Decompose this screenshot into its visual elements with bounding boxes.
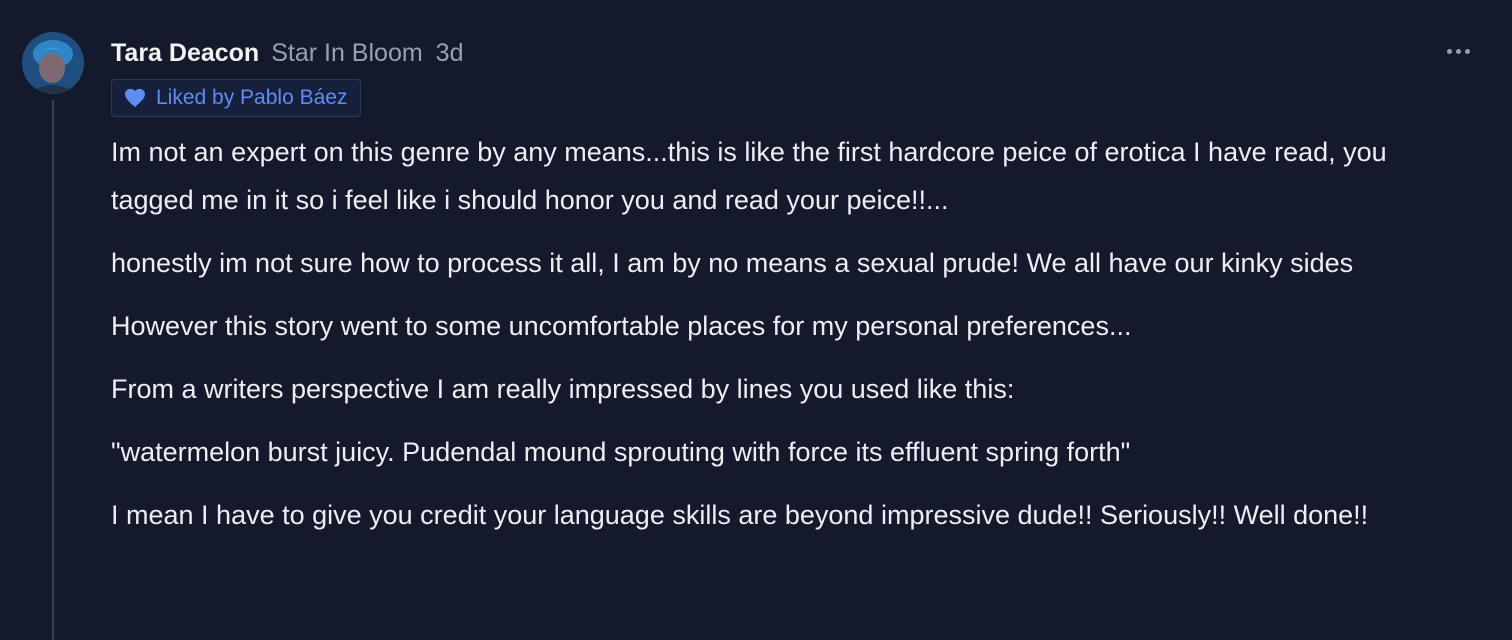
comment-paragraph: Im not an expert on this genre by any me… <box>111 137 1387 215</box>
user-avatar-icon <box>22 32 84 94</box>
comment-paragraph: "watermelon burst juicy. Pudendal mound … <box>111 437 1131 467</box>
heart-icon <box>124 88 146 108</box>
avatar[interactable] <box>22 32 84 94</box>
more-options-icon <box>1446 48 1452 54</box>
author-name[interactable]: Tara Deacon <box>111 39 259 68</box>
comment-body: Im not an expert on this genre by any me… <box>111 128 1451 554</box>
more-options-dot <box>1455 48 1461 54</box>
timestamp[interactable]: 3d <box>436 39 464 68</box>
more-options-button[interactable] <box>1440 38 1476 64</box>
thread-line <box>52 100 54 640</box>
comment-header: Tara Deacon Star In Bloom 3d <box>111 37 463 69</box>
comment-paragraph: I mean I have to give you credit your la… <box>111 500 1369 530</box>
comment-paragraph: However this story went to some uncomfor… <box>111 311 1132 341</box>
comment: Tara Deacon Star In Bloom 3d Liked by Pa… <box>0 0 1512 640</box>
comment-paragraph: honestly im not sure how to process it a… <box>111 248 1354 278</box>
liked-by-chip[interactable]: Liked by Pablo Báez <box>111 79 362 117</box>
more-options-dot <box>1464 48 1470 54</box>
author-badge: Star In Bloom <box>271 38 423 67</box>
liked-by-text: Liked by Pablo Báez <box>156 86 348 109</box>
comment-paragraph: From a writers perspective I am really i… <box>111 374 1015 404</box>
